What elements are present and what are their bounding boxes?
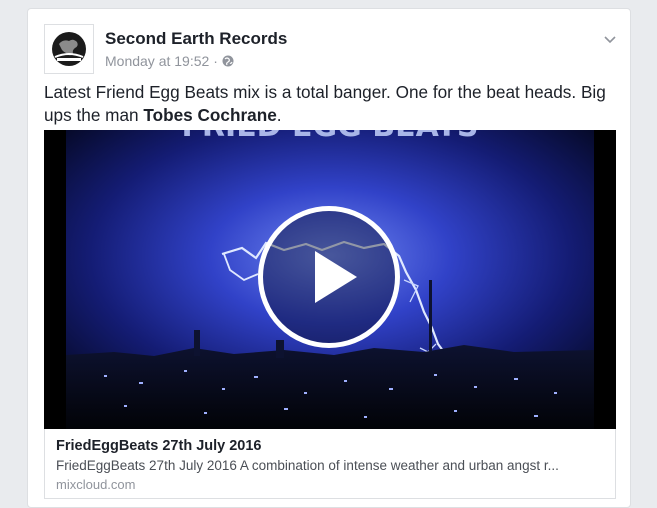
link-domain: mixcloud.com: [56, 477, 136, 492]
post-text-body: Latest Friend Egg Beats mix is a total b…: [44, 82, 606, 125]
chevron-down-icon[interactable]: [602, 31, 618, 47]
post-text-end: .: [276, 105, 282, 125]
video-title-overlay: FRIED EGG BEATS: [181, 130, 478, 144]
link-description: FriedEggBeats 27th July 2016 A combinati…: [56, 458, 559, 473]
post-timestamp[interactable]: Monday at 19:52: [105, 53, 209, 69]
page-avatar[interactable]: [44, 24, 94, 74]
link-title[interactable]: FriedEggBeats 27th July 2016: [56, 438, 262, 454]
link-preview[interactable]: FriedEggBeats 27th July 2016 FriedEggBea…: [44, 429, 616, 499]
post-message: Latest Friend Egg Beats mix is a total b…: [44, 81, 616, 127]
globe-logo-icon: [52, 32, 86, 66]
play-icon: [315, 251, 357, 303]
post-card: Second Earth Records Monday at 19:52 · L…: [27, 8, 631, 508]
globe-icon: [222, 55, 234, 67]
meta-separator: ·: [213, 53, 218, 69]
post-meta: Monday at 19:52 ·: [105, 53, 234, 69]
mention-link[interactable]: Tobes Cochrane: [143, 105, 276, 125]
video-thumbnail[interactable]: FRIED EGG BEATS: [44, 130, 616, 429]
play-button[interactable]: [258, 206, 400, 348]
page-name-link[interactable]: Second Earth Records: [105, 29, 287, 49]
